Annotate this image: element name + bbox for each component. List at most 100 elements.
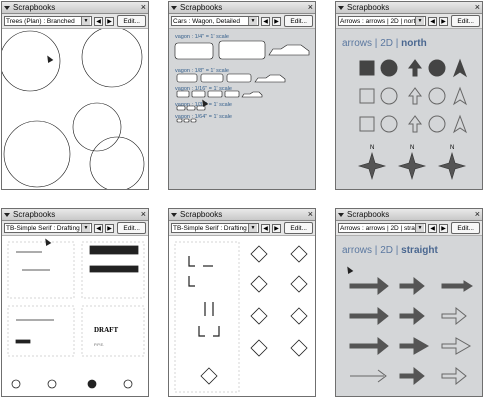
car-symbol: [183, 118, 190, 123]
close-icon[interactable]: ×: [475, 210, 480, 219]
panel-titlebar[interactable]: Scrapbooks ×: [336, 209, 482, 221]
close-icon[interactable]: ×: [141, 3, 146, 12]
edit-button[interactable]: Edit...: [117, 222, 146, 234]
section-marker-symbol: [290, 339, 308, 357]
straight-arrow-symbol: [399, 366, 425, 386]
dropdown-arrow-icon[interactable]: ▼: [81, 224, 90, 232]
tree-symbol: [3, 120, 71, 188]
panel-titlebar[interactable]: Scrapbooks ×: [2, 209, 148, 221]
panel-titlebar[interactable]: Scrapbooks ×: [169, 2, 315, 14]
close-icon[interactable]: ×: [141, 210, 146, 219]
dropdown-arrow-icon[interactable]: ▼: [81, 17, 90, 25]
collapse-icon[interactable]: [171, 5, 177, 10]
forward-button[interactable]: ▶: [272, 223, 281, 233]
back-button[interactable]: ◀: [428, 223, 437, 233]
section-marker-symbol: [290, 307, 308, 325]
north-arrow-symbol: [359, 60, 375, 76]
straight-arrow-symbol: [349, 336, 389, 356]
scrapbook-content: DRAFT P.P.E.: [2, 236, 148, 396]
dropdown-arrow-icon[interactable]: ▼: [415, 224, 424, 232]
north-label: N: [370, 145, 374, 151]
dropdown-arrow-icon[interactable]: ▼: [248, 224, 257, 232]
car-symbol: [241, 91, 263, 98]
panel-title: Scrapbooks: [13, 210, 56, 219]
forward-button[interactable]: ▶: [272, 16, 281, 26]
collapse-icon[interactable]: [171, 212, 177, 217]
section-marker-symbol: [290, 245, 308, 263]
collection-dropdown[interactable]: Arrows : arrows | 2D | straight ▼: [338, 223, 426, 233]
north-arrow-symbol: [428, 59, 446, 77]
breadcrumb: arrows | 2D | straight: [342, 245, 482, 256]
north-arrow-symbol: [408, 87, 422, 105]
collection-dropdown[interactable]: Cars : Wagon, Detailed ▼: [171, 16, 259, 26]
back-button[interactable]: ◀: [94, 16, 103, 26]
breadcrumb-separator: |: [374, 245, 378, 256]
collection-dropdown[interactable]: Trees (Plan) : Branched ▼: [4, 16, 92, 26]
compass-rose-symbol: [397, 151, 427, 181]
car-symbol: [224, 90, 240, 98]
panel-toolbar: TB-Simple Serif : Drafting Sym ▼ ◀ ▶ Edi…: [2, 221, 148, 236]
tree-symbol: [72, 102, 122, 152]
section-marker-symbols[interactable]: [169, 236, 316, 397]
collapse-icon[interactable]: [4, 5, 10, 10]
close-icon[interactable]: ×: [475, 3, 480, 12]
straight-arrow-symbol: [399, 276, 425, 296]
drafting-symbols[interactable]: DRAFT P.P.E.: [2, 236, 149, 397]
edit-button[interactable]: Edit...: [451, 15, 480, 27]
car-symbol: [176, 90, 190, 98]
dropdown-value: Arrows : arrows | 2D | straight: [340, 224, 415, 232]
car-symbol: [176, 73, 198, 83]
straight-arrow-symbol: [349, 276, 389, 296]
edit-button[interactable]: Edit...: [451, 222, 480, 234]
straight-arrow-symbols[interactable]: [336, 264, 483, 394]
panel-title: Scrapbooks: [13, 3, 56, 12]
close-icon[interactable]: ×: [308, 210, 313, 219]
tree-plan-graphics[interactable]: [2, 26, 149, 190]
panel-title: Scrapbooks: [347, 3, 390, 12]
panel-titlebar[interactable]: Scrapbooks ×: [336, 2, 482, 14]
collapse-icon[interactable]: [338, 5, 344, 10]
edit-button[interactable]: Edit...: [284, 15, 313, 27]
breadcrumb: arrows | 2D | north: [342, 38, 482, 49]
north-arrow-symbol: [452, 114, 468, 134]
ppe-text: P.P.E.: [94, 342, 104, 347]
north-arrow-symbol: [408, 115, 422, 133]
back-button[interactable]: ◀: [428, 16, 437, 26]
close-icon[interactable]: ×: [308, 3, 313, 12]
edit-button[interactable]: Edit...: [284, 222, 313, 234]
tree-symbol: [89, 136, 145, 189]
car-symbol: [176, 118, 183, 123]
breadcrumb-2d-link[interactable]: 2D: [380, 38, 393, 49]
straight-arrow-symbol: [441, 366, 467, 386]
north-arrow-symbol: [452, 86, 468, 106]
dropdown-arrow-icon[interactable]: ▼: [415, 17, 424, 25]
breadcrumb-separator: |: [395, 245, 399, 256]
panel-titlebar[interactable]: Scrapbooks ×: [169, 209, 315, 221]
collection-dropdown[interactable]: TB-Simple Serif : Drafting Sym ▼: [171, 223, 259, 233]
north-arrow-symbols[interactable]: N N N: [336, 55, 483, 185]
collapse-icon[interactable]: [4, 212, 10, 217]
breadcrumb-2d-link[interactable]: 2D: [380, 245, 393, 256]
collection-dropdown[interactable]: Arrows : arrows | 2D | north ▼: [338, 16, 426, 26]
collapse-icon[interactable]: [338, 212, 344, 217]
back-button[interactable]: ◀: [94, 223, 103, 233]
car-symbols[interactable]: [169, 29, 316, 190]
section-marker-symbol: [250, 275, 268, 293]
drafting-symbol: [87, 379, 97, 389]
panel-toolbar: Arrows : arrows | 2D | north ▼ ◀ ▶ Edit.…: [336, 14, 482, 29]
panel-titlebar[interactable]: Scrapbooks ×: [2, 2, 148, 14]
breadcrumb-arrows-link[interactable]: arrows: [342, 38, 372, 49]
north-arrow-symbol: [452, 58, 468, 78]
forward-button[interactable]: ▶: [439, 16, 448, 26]
back-button[interactable]: ◀: [261, 16, 270, 26]
dropdown-arrow-icon[interactable]: ▼: [248, 17, 257, 25]
back-button[interactable]: ◀: [261, 223, 270, 233]
collection-dropdown[interactable]: TB-Simple Serif : Drafting Sym ▼: [4, 223, 92, 233]
edit-button[interactable]: Edit...: [117, 15, 146, 27]
forward-button[interactable]: ▶: [439, 223, 448, 233]
scrapbook-content: vagon : 1/4" = 1' scale vagon : 1/8" = 1…: [169, 29, 315, 189]
scrapbooks-panel-drafting-1: Scrapbooks × TB-Simple Serif : Drafting …: [1, 208, 149, 397]
forward-button[interactable]: ▶: [105, 223, 114, 233]
breadcrumb-arrows-link[interactable]: arrows: [342, 245, 372, 256]
forward-button[interactable]: ▶: [105, 16, 114, 26]
